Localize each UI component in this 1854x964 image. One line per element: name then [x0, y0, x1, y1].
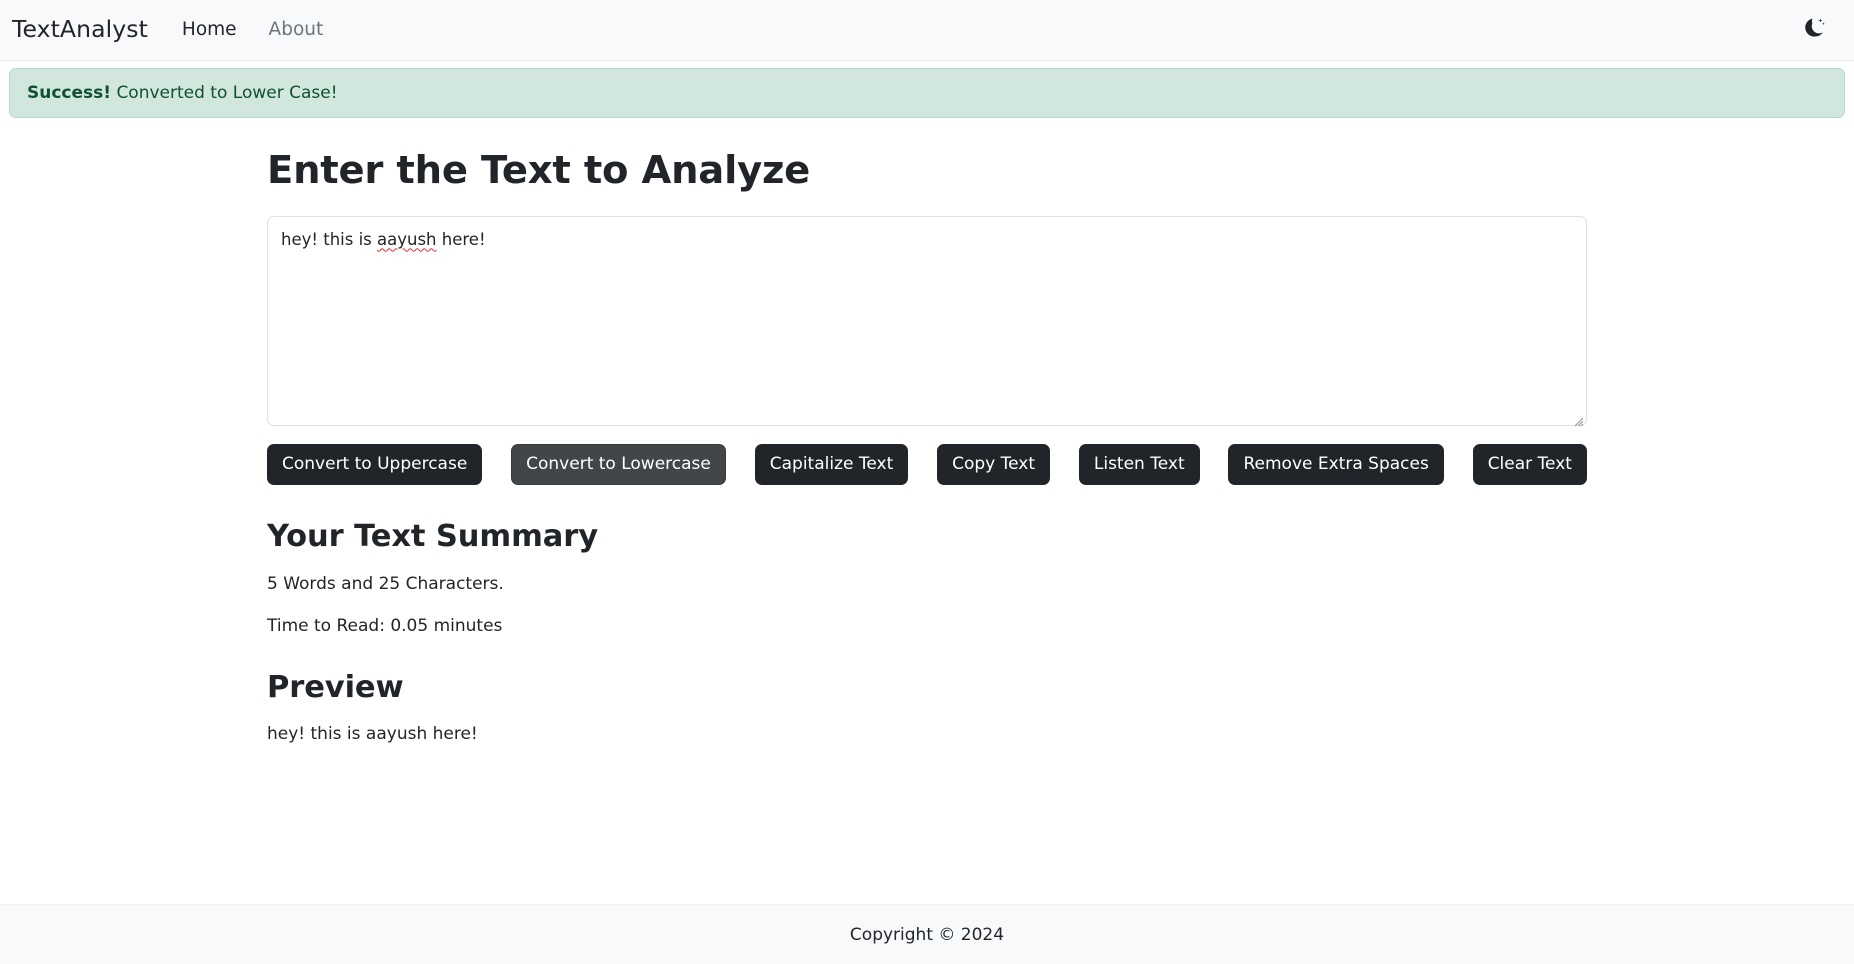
moon-stars-icon: [1804, 17, 1826, 43]
nav-link-about[interactable]: About: [253, 13, 340, 48]
summary-read-time: Time to Read: 0.05 minutes: [267, 616, 503, 637]
dark-mode-toggle[interactable]: [1796, 11, 1834, 49]
footer: Copyright © 2024: [0, 904, 1854, 964]
preview-text: hey! this is aayush here!: [267, 723, 478, 744]
alert-container: Success! Converted to Lower Case!: [0, 61, 1854, 119]
copy-text-button[interactable]: Copy Text: [937, 444, 1051, 486]
footer-copyright: Copyright © 2024: [849, 924, 1005, 945]
page-title: Enter the Text to Analyze: [267, 148, 811, 194]
clear-text-button[interactable]: Clear Text: [1472, 444, 1587, 486]
action-button-row: Convert to Uppercase Convert to Lowercas…: [267, 444, 1587, 486]
convert-uppercase-button[interactable]: Convert to Uppercase: [267, 444, 483, 486]
success-alert: Success! Converted to Lower Case!: [9, 68, 1845, 119]
nav-links: Home About: [166, 13, 339, 48]
alert-strong-label: Success!: [27, 83, 112, 103]
main-content: Enter the Text to Analyze hey! this is a…: [0, 118, 1854, 904]
preview-heading: Preview: [267, 669, 404, 705]
navbar: TextAnalyst Home About: [0, 0, 1854, 61]
text-input-misspelled-word: aayush: [377, 230, 437, 250]
nav-link-home[interactable]: Home: [166, 13, 253, 48]
convert-lowercase-button[interactable]: Convert to Lowercase: [511, 444, 726, 486]
summary-counts: 5 Words and 25 Characters.: [267, 573, 504, 594]
capitalize-text-button[interactable]: Capitalize Text: [754, 444, 909, 486]
app-root: TextAnalyst Home About Success! Converte…: [0, 0, 1854, 964]
text-input-value-after: here!: [436, 230, 486, 250]
alert-message: Converted to Lower Case!: [116, 83, 338, 103]
text-input[interactable]: hey! this is aayush here!: [267, 216, 1587, 427]
summary-heading: Your Text Summary: [267, 519, 598, 555]
textarea-resize-handle[interactable]: [1571, 410, 1584, 427]
text-input-value-before: hey! this is: [281, 230, 378, 250]
content-container: Enter the Text to Analyze hey! this is a…: [255, 148, 1599, 747]
listen-text-button[interactable]: Listen Text: [1078, 444, 1200, 486]
brand-logo[interactable]: TextAnalyst: [12, 18, 158, 42]
remove-extra-spaces-button[interactable]: Remove Extra Spaces: [1228, 444, 1444, 486]
